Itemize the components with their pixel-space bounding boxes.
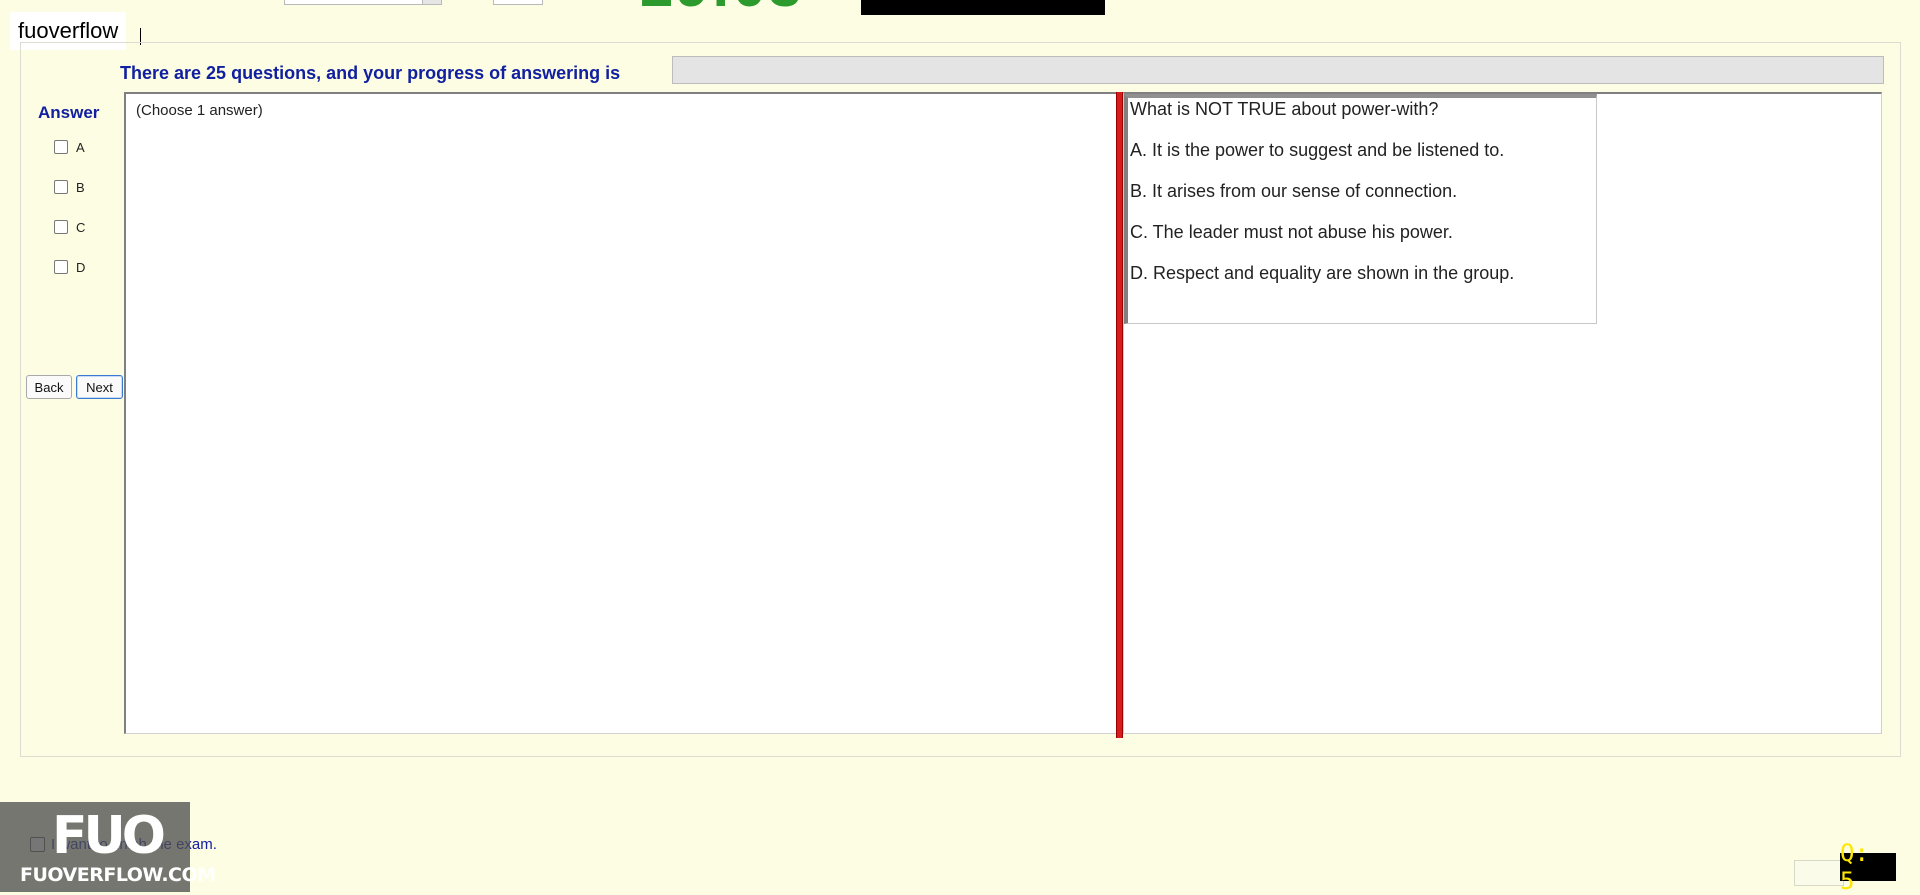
font-size-spinner[interactable]	[493, 0, 543, 5]
answer-panel	[124, 92, 1117, 734]
logo-text: FUOVERFLOW.COM	[20, 864, 216, 886]
question-box	[1124, 94, 1597, 324]
question-choice-b: B. It arises from our sense of connectio…	[1130, 181, 1458, 201]
question-choice-c: C. The leader must not abuse his power.	[1130, 222, 1453, 242]
question-text: What is NOT TRUE about power-with?	[1130, 99, 1439, 119]
checkbox-a[interactable]	[54, 140, 68, 154]
answer-option-a[interactable]: A	[54, 138, 85, 156]
answer-option-label: A	[76, 139, 85, 155]
panel-splitter[interactable]	[1116, 92, 1123, 738]
question-choice-d: D. Respect and equality are shown in the…	[1130, 263, 1515, 283]
next-button[interactable]: Next	[76, 375, 123, 399]
answer-option-label: B	[76, 179, 85, 195]
checkbox-b[interactable]	[54, 180, 68, 194]
answer-option-label: D	[76, 259, 86, 275]
question-choice-a: A. It is the power to suggest and be lis…	[1130, 140, 1505, 160]
answer-option-c[interactable]: C	[54, 218, 85, 236]
countdown-timer: 29:03	[640, 0, 803, 16]
answer-option-b[interactable]: B	[54, 178, 85, 196]
redacted-box	[861, 0, 1105, 15]
progress-label: There are 25 questions, and your progres…	[120, 63, 621, 83]
exam-code-select[interactable]	[284, 0, 442, 5]
choose-hint: (Choose 1 answer)	[136, 102, 263, 119]
logo-mark-text: FUO	[52, 806, 166, 866]
progress-bar	[672, 56, 1884, 84]
answer-option-label: C	[76, 219, 86, 235]
checkbox-c[interactable]	[54, 220, 68, 234]
back-button[interactable]: Back	[26, 375, 72, 399]
question-indicator: Q: 5	[1840, 839, 1896, 895]
answer-option-d[interactable]: D	[54, 258, 85, 276]
checkbox-d[interactable]	[54, 260, 68, 274]
question-number-input[interactable]	[1794, 860, 1844, 886]
answer-title: Answer	[38, 103, 100, 122]
logo-mark: FUO	[52, 810, 166, 862]
